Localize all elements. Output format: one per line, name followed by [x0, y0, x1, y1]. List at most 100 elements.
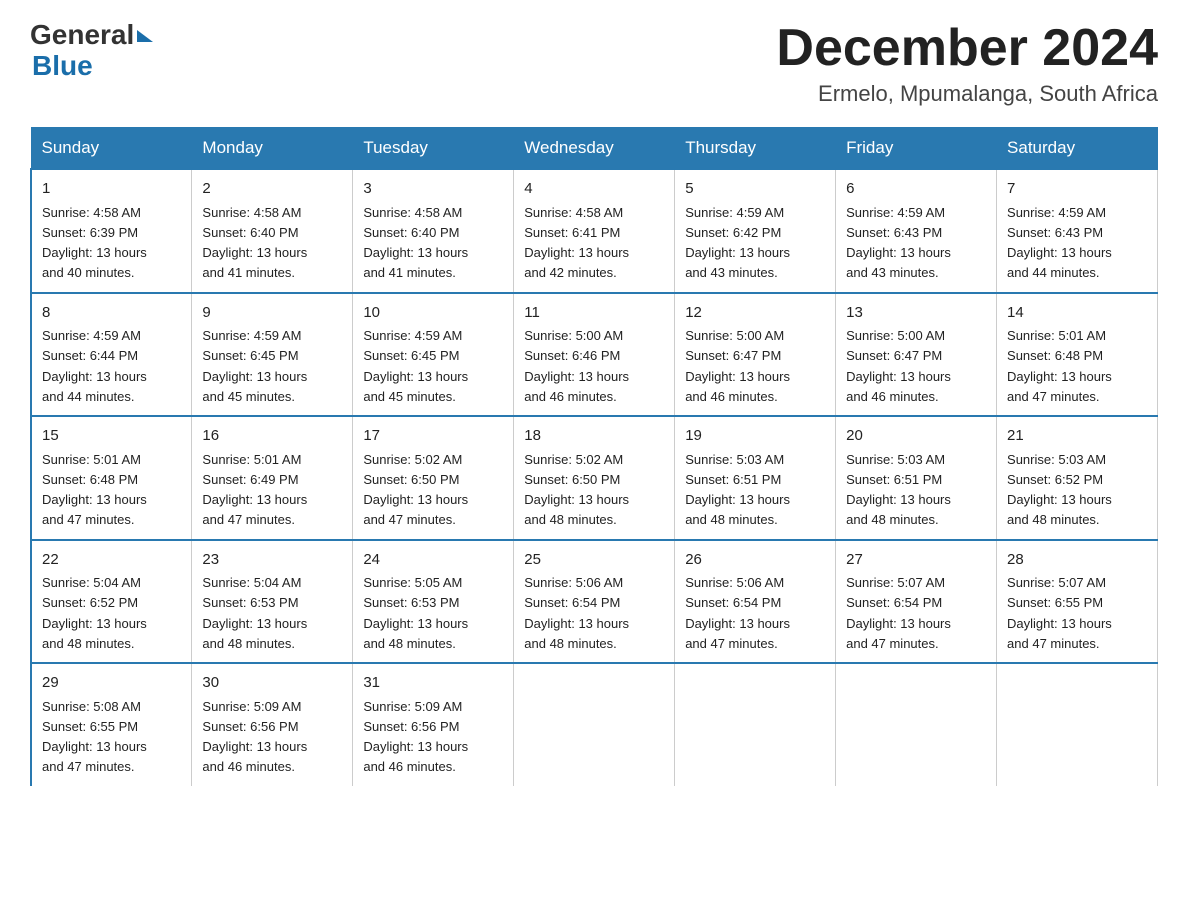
- day-number: 2: [202, 178, 342, 201]
- calendar-day-cell: [514, 663, 675, 786]
- day-info: Sunrise: 5:09 AMSunset: 6:56 PMDaylight:…: [363, 699, 468, 775]
- day-number: 13: [846, 302, 986, 325]
- calendar-day-cell: 18 Sunrise: 5:02 AMSunset: 6:50 PMDaylig…: [514, 416, 675, 540]
- header-tuesday: Tuesday: [353, 128, 514, 170]
- calendar-day-cell: 1 Sunrise: 4:58 AMSunset: 6:39 PMDayligh…: [31, 169, 192, 293]
- header-saturday: Saturday: [997, 128, 1158, 170]
- calendar-day-cell: 9 Sunrise: 4:59 AMSunset: 6:45 PMDayligh…: [192, 293, 353, 417]
- weekday-header-row: Sunday Monday Tuesday Wednesday Thursday…: [31, 128, 1158, 170]
- calendar-week-row: 1 Sunrise: 4:58 AMSunset: 6:39 PMDayligh…: [31, 169, 1158, 293]
- day-number: 1: [42, 178, 181, 201]
- day-number: 14: [1007, 302, 1147, 325]
- header-monday: Monday: [192, 128, 353, 170]
- day-info: Sunrise: 4:58 AMSunset: 6:41 PMDaylight:…: [524, 205, 629, 281]
- calendar-day-cell: [997, 663, 1158, 786]
- day-number: 22: [42, 549, 181, 572]
- day-info: Sunrise: 5:03 AMSunset: 6:51 PMDaylight:…: [846, 452, 951, 528]
- day-number: 30: [202, 672, 342, 695]
- day-info: Sunrise: 4:59 AMSunset: 6:42 PMDaylight:…: [685, 205, 790, 281]
- calendar-day-cell: 25 Sunrise: 5:06 AMSunset: 6:54 PMDaylig…: [514, 540, 675, 664]
- day-info: Sunrise: 5:01 AMSunset: 6:49 PMDaylight:…: [202, 452, 307, 528]
- calendar-day-cell: 2 Sunrise: 4:58 AMSunset: 6:40 PMDayligh…: [192, 169, 353, 293]
- calendar-day-cell: 11 Sunrise: 5:00 AMSunset: 6:46 PMDaylig…: [514, 293, 675, 417]
- calendar-day-cell: 7 Sunrise: 4:59 AMSunset: 6:43 PMDayligh…: [997, 169, 1158, 293]
- header-wednesday: Wednesday: [514, 128, 675, 170]
- day-info: Sunrise: 5:00 AMSunset: 6:47 PMDaylight:…: [846, 328, 951, 404]
- day-number: 15: [42, 425, 181, 448]
- day-info: Sunrise: 5:03 AMSunset: 6:51 PMDaylight:…: [685, 452, 790, 528]
- logo-general-text: General: [30, 20, 134, 51]
- calendar-day-cell: 27 Sunrise: 5:07 AMSunset: 6:54 PMDaylig…: [836, 540, 997, 664]
- day-number: 27: [846, 549, 986, 572]
- day-number: 4: [524, 178, 664, 201]
- day-info: Sunrise: 5:02 AMSunset: 6:50 PMDaylight:…: [363, 452, 468, 528]
- day-info: Sunrise: 5:00 AMSunset: 6:46 PMDaylight:…: [524, 328, 629, 404]
- day-number: 3: [363, 178, 503, 201]
- day-number: 10: [363, 302, 503, 325]
- day-number: 25: [524, 549, 664, 572]
- calendar-day-cell: 22 Sunrise: 5:04 AMSunset: 6:52 PMDaylig…: [31, 540, 192, 664]
- day-info: Sunrise: 4:59 AMSunset: 6:45 PMDaylight:…: [363, 328, 468, 404]
- day-info: Sunrise: 5:04 AMSunset: 6:52 PMDaylight:…: [42, 575, 147, 651]
- calendar-day-cell: 17 Sunrise: 5:02 AMSunset: 6:50 PMDaylig…: [353, 416, 514, 540]
- day-number: 8: [42, 302, 181, 325]
- month-title: December 2024: [776, 20, 1158, 77]
- day-info: Sunrise: 5:09 AMSunset: 6:56 PMDaylight:…: [202, 699, 307, 775]
- calendar-day-cell: 21 Sunrise: 5:03 AMSunset: 6:52 PMDaylig…: [997, 416, 1158, 540]
- day-number: 21: [1007, 425, 1147, 448]
- logo-triangle-icon: [137, 30, 153, 42]
- logo-blue-text: Blue: [32, 51, 153, 82]
- day-info: Sunrise: 5:01 AMSunset: 6:48 PMDaylight:…: [42, 452, 147, 528]
- day-number: 17: [363, 425, 503, 448]
- day-info: Sunrise: 4:59 AMSunset: 6:43 PMDaylight:…: [1007, 205, 1112, 281]
- day-info: Sunrise: 5:07 AMSunset: 6:54 PMDaylight:…: [846, 575, 951, 651]
- calendar-day-cell: 10 Sunrise: 4:59 AMSunset: 6:45 PMDaylig…: [353, 293, 514, 417]
- calendar-day-cell: 12 Sunrise: 5:00 AMSunset: 6:47 PMDaylig…: [675, 293, 836, 417]
- day-info: Sunrise: 5:01 AMSunset: 6:48 PMDaylight:…: [1007, 328, 1112, 404]
- calendar-week-row: 8 Sunrise: 4:59 AMSunset: 6:44 PMDayligh…: [31, 293, 1158, 417]
- calendar-week-row: 29 Sunrise: 5:08 AMSunset: 6:55 PMDaylig…: [31, 663, 1158, 786]
- day-info: Sunrise: 5:03 AMSunset: 6:52 PMDaylight:…: [1007, 452, 1112, 528]
- calendar-day-cell: 26 Sunrise: 5:06 AMSunset: 6:54 PMDaylig…: [675, 540, 836, 664]
- day-info: Sunrise: 5:08 AMSunset: 6:55 PMDaylight:…: [42, 699, 147, 775]
- calendar-day-cell: 24 Sunrise: 5:05 AMSunset: 6:53 PMDaylig…: [353, 540, 514, 664]
- day-info: Sunrise: 4:58 AMSunset: 6:40 PMDaylight:…: [363, 205, 468, 281]
- day-number: 5: [685, 178, 825, 201]
- title-area: December 2024 Ermelo, Mpumalanga, South …: [776, 20, 1158, 107]
- day-number: 11: [524, 302, 664, 325]
- calendar-day-cell: 13 Sunrise: 5:00 AMSunset: 6:47 PMDaylig…: [836, 293, 997, 417]
- calendar-day-cell: [836, 663, 997, 786]
- calendar-day-cell: 20 Sunrise: 5:03 AMSunset: 6:51 PMDaylig…: [836, 416, 997, 540]
- calendar-day-cell: 31 Sunrise: 5:09 AMSunset: 6:56 PMDaylig…: [353, 663, 514, 786]
- calendar-day-cell: 6 Sunrise: 4:59 AMSunset: 6:43 PMDayligh…: [836, 169, 997, 293]
- day-info: Sunrise: 4:58 AMSunset: 6:40 PMDaylight:…: [202, 205, 307, 281]
- day-number: 16: [202, 425, 342, 448]
- day-number: 24: [363, 549, 503, 572]
- day-number: 26: [685, 549, 825, 572]
- day-number: 19: [685, 425, 825, 448]
- calendar-day-cell: 4 Sunrise: 4:58 AMSunset: 6:41 PMDayligh…: [514, 169, 675, 293]
- header-sunday: Sunday: [31, 128, 192, 170]
- calendar-day-cell: 3 Sunrise: 4:58 AMSunset: 6:40 PMDayligh…: [353, 169, 514, 293]
- calendar-day-cell: 29 Sunrise: 5:08 AMSunset: 6:55 PMDaylig…: [31, 663, 192, 786]
- calendar-day-cell: 8 Sunrise: 4:59 AMSunset: 6:44 PMDayligh…: [31, 293, 192, 417]
- day-number: 23: [202, 549, 342, 572]
- day-info: Sunrise: 4:59 AMSunset: 6:44 PMDaylight:…: [42, 328, 147, 404]
- day-info: Sunrise: 4:59 AMSunset: 6:45 PMDaylight:…: [202, 328, 307, 404]
- logo: General Blue: [30, 20, 153, 82]
- calendar-day-cell: 5 Sunrise: 4:59 AMSunset: 6:42 PMDayligh…: [675, 169, 836, 293]
- calendar-week-row: 15 Sunrise: 5:01 AMSunset: 6:48 PMDaylig…: [31, 416, 1158, 540]
- day-info: Sunrise: 5:05 AMSunset: 6:53 PMDaylight:…: [363, 575, 468, 651]
- calendar-day-cell: 23 Sunrise: 5:04 AMSunset: 6:53 PMDaylig…: [192, 540, 353, 664]
- day-info: Sunrise: 5:04 AMSunset: 6:53 PMDaylight:…: [202, 575, 307, 651]
- calendar-day-cell: 28 Sunrise: 5:07 AMSunset: 6:55 PMDaylig…: [997, 540, 1158, 664]
- calendar-day-cell: [675, 663, 836, 786]
- calendar-day-cell: 30 Sunrise: 5:09 AMSunset: 6:56 PMDaylig…: [192, 663, 353, 786]
- header-friday: Friday: [836, 128, 997, 170]
- day-info: Sunrise: 5:07 AMSunset: 6:55 PMDaylight:…: [1007, 575, 1112, 651]
- day-info: Sunrise: 4:59 AMSunset: 6:43 PMDaylight:…: [846, 205, 951, 281]
- day-number: 12: [685, 302, 825, 325]
- day-number: 28: [1007, 549, 1147, 572]
- day-number: 20: [846, 425, 986, 448]
- calendar-day-cell: 15 Sunrise: 5:01 AMSunset: 6:48 PMDaylig…: [31, 416, 192, 540]
